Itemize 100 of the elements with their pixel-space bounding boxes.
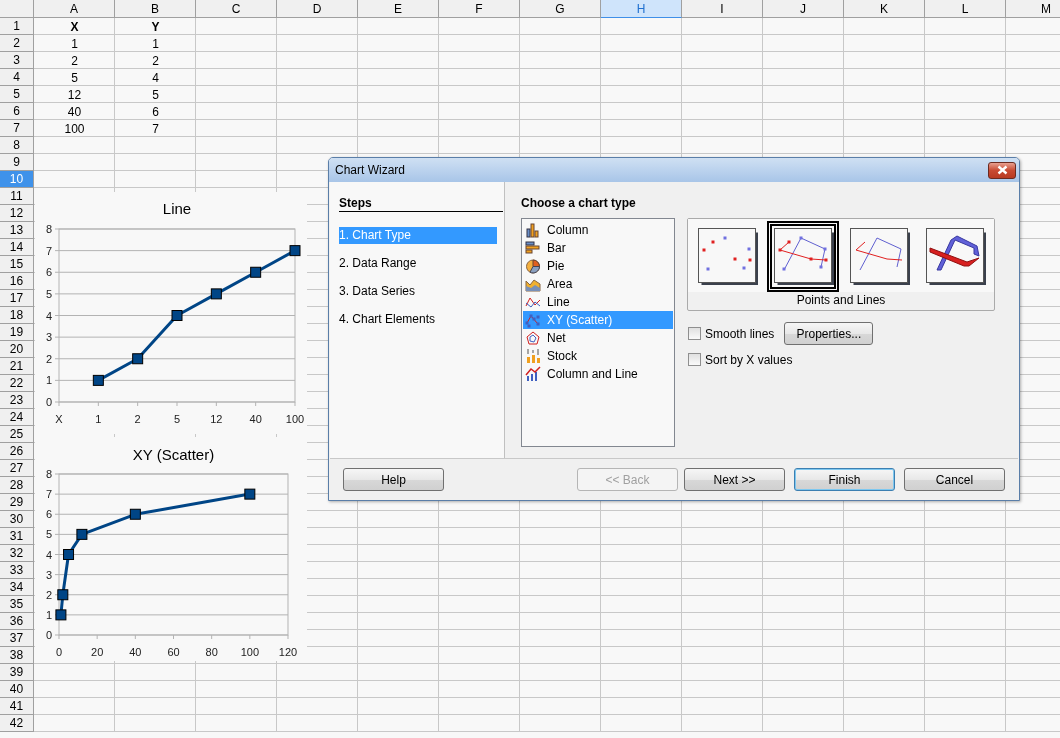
dialog-button[interactable]: Finish <box>794 468 895 491</box>
checkbox-option[interactable]: Sort by X values <box>687 352 793 367</box>
row-number[interactable]: 7 <box>0 120 34 137</box>
close-button[interactable] <box>988 161 1016 179</box>
row-number[interactable]: 26 <box>0 443 34 460</box>
data-point <box>92 374 104 386</box>
row-number[interactable]: 17 <box>0 290 34 307</box>
row-number[interactable]: 6 <box>0 103 34 120</box>
chart-type-item[interactable]: Stock <box>523 347 673 365</box>
row-number[interactable]: 3 <box>0 52 34 69</box>
checkbox-option[interactable]: Smooth lines <box>687 326 775 341</box>
axis-tick-label: 100 <box>240 646 259 658</box>
row-number[interactable]: 1 <box>0 18 34 35</box>
letter-heading[interactable]: H <box>601 0 682 18</box>
row-number[interactable]: 11 <box>0 188 34 205</box>
letter-heading[interactable]: J <box>763 0 844 18</box>
row-number[interactable]: 36 <box>0 613 34 630</box>
letter-heading[interactable]: B <box>115 0 196 18</box>
row-number[interactable]: 14 <box>0 239 34 256</box>
chart-type-item[interactable]: Bar <box>523 239 673 257</box>
axis-tick-label: 120 <box>278 646 298 658</box>
row-number[interactable]: 21 <box>0 358 34 375</box>
axis-tick-label: 1 <box>45 608 52 621</box>
dialog-button[interactable]: Next >> <box>684 468 785 491</box>
row-number[interactable]: 18 <box>0 307 34 324</box>
letter-heading[interactable]: M <box>1006 0 1060 18</box>
dialog-button[interactable]: Cancel <box>904 468 1005 491</box>
row-number[interactable]: 23 <box>0 392 34 409</box>
step-item[interactable]: 3. Data Series <box>339 283 497 300</box>
data-point <box>63 549 75 560</box>
data-point <box>171 310 183 321</box>
axis-tick-label: 2 <box>45 352 52 365</box>
row-number[interactable]: 19 <box>0 324 34 341</box>
letter-heading[interactable]: K <box>844 0 925 18</box>
table-cell-text: X <box>69 18 80 35</box>
row-number[interactable]: 38 <box>0 647 34 664</box>
row-number[interactable]: 15 <box>0 256 34 273</box>
row-number[interactable]: 32 <box>0 545 34 562</box>
row-number[interactable]: 40 <box>0 681 34 698</box>
row-number[interactable]: 41 <box>0 698 34 715</box>
row-number[interactable]: 33 <box>0 562 34 579</box>
section-heading: Choose a chart type <box>521 196 637 210</box>
row-number[interactable]: 31 <box>0 528 34 545</box>
step-item[interactable]: 4. Chart Elements <box>339 311 497 328</box>
chart-variant-button[interactable] <box>767 221 839 292</box>
checkbox[interactable] <box>688 353 701 366</box>
chart-type-item[interactable]: Net <box>523 329 673 347</box>
letter-heading[interactable]: D <box>277 0 358 18</box>
letter-heading[interactable]: F <box>439 0 520 18</box>
checkbox[interactable] <box>688 327 701 340</box>
axis-tick-label: 8 <box>45 468 52 480</box>
row-number[interactable]: 20 <box>0 341 34 358</box>
dialog-button[interactable]: Help <box>343 468 444 491</box>
row-number[interactable]: 30 <box>0 511 34 528</box>
chart-type-item[interactable]: Column <box>523 221 673 239</box>
row-number[interactable]: 12 <box>0 205 34 222</box>
chart-type-item[interactable]: Column and Line <box>523 365 673 383</box>
letter-heading[interactable]: G <box>520 0 601 18</box>
table-cell-text: 7 <box>151 120 160 137</box>
axis-tick-label: X <box>55 413 63 425</box>
row-number[interactable]: 4 <box>0 69 34 86</box>
row-number[interactable]: 29 <box>0 494 34 511</box>
pie-chart-icon <box>525 258 541 274</box>
letter-heading[interactable]: E <box>358 0 439 18</box>
row-number[interactable]: 16 <box>0 273 34 290</box>
row-number[interactable]: 5 <box>0 86 34 103</box>
row-number[interactable]: 35 <box>0 596 34 613</box>
close-icon <box>996 165 1008 175</box>
data-point <box>132 353 144 365</box>
row-number[interactable]: 25 <box>0 426 34 443</box>
properties-button[interactable]: Properties... <box>784 322 874 345</box>
row-number[interactable]: 8 <box>0 137 34 154</box>
row-number[interactable]: 13 <box>0 222 34 239</box>
row-number[interactable]: 22 <box>0 375 34 392</box>
section-heading: Steps <box>339 196 503 212</box>
data-point <box>210 288 222 300</box>
row-number[interactable]: 27 <box>0 460 34 477</box>
axis-tick-label: 20 <box>91 646 104 658</box>
row-number[interactable]: 42 <box>0 715 34 732</box>
letter-heading[interactable]: C <box>196 0 277 18</box>
axis-tick-label: 6 <box>45 508 52 521</box>
data-point <box>129 508 141 520</box>
row-number[interactable]: 2 <box>0 35 34 52</box>
row-number[interactable]: 34 <box>0 579 34 596</box>
row-number[interactable]: 28 <box>0 477 34 494</box>
step-item[interactable]: 2. Data Range <box>339 255 497 272</box>
chart-title: XY (Scatter) <box>132 446 215 463</box>
letter-heading[interactable]: L <box>925 0 1006 18</box>
chart-type-item[interactable]: Line <box>523 293 673 311</box>
scatter-points-icon <box>698 228 758 285</box>
table-cell-text: 1 <box>70 35 79 52</box>
letter-heading[interactable]: I <box>682 0 763 18</box>
row-number[interactable]: 39 <box>0 664 34 681</box>
row-number[interactable]: 37 <box>0 630 34 647</box>
chart-type-item[interactable]: Area <box>523 275 673 293</box>
row-number[interactable]: 24 <box>0 409 34 426</box>
letter-heading[interactable]: A <box>34 0 115 18</box>
axis-tick-label: 60 <box>167 646 180 658</box>
row-number[interactable]: 9 <box>0 154 34 171</box>
chart-type-item[interactable]: Pie <box>523 257 673 275</box>
